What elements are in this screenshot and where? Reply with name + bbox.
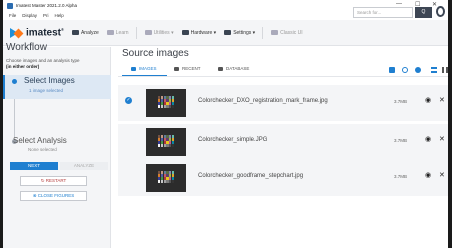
target-icon[interactable]	[402, 67, 408, 73]
eye-icon[interactable]: ◉	[425, 135, 431, 143]
toolbar-settings[interactable]: Settings ▾	[224, 30, 255, 36]
check-icon[interactable]: ✓	[125, 97, 132, 104]
file-name: Colorchecker_DXO_registration_mark_frame…	[198, 98, 328, 104]
page-title: Source images	[122, 48, 189, 59]
image-icon	[131, 66, 136, 71]
file-size: 3.7MB	[394, 174, 408, 179]
color-patch	[171, 144, 174, 147]
eye-icon[interactable]: ◉	[425, 96, 431, 104]
file-name: Colorchecker_goodframe_stepchart.jpg	[198, 173, 304, 179]
colorchecker-chart	[158, 135, 174, 147]
remove-icon[interactable]: ✕	[439, 96, 445, 104]
list-view-icon[interactable]	[431, 67, 437, 73]
search-input[interactable]: Search for...	[353, 7, 413, 18]
menu-display[interactable]: Display	[22, 13, 37, 18]
color-patch	[171, 180, 174, 183]
logo-text: imatest®	[26, 26, 64, 39]
gallery-view-icon[interactable]	[389, 67, 395, 73]
database-icon	[218, 66, 223, 71]
window-frame-right	[448, 0, 452, 248]
imatest-logo-icon	[10, 27, 24, 39]
gear-icon	[224, 30, 232, 35]
toolbar-utilities[interactable]: Utilities ▾	[144, 30, 174, 36]
eye-icon[interactable]: ◉	[425, 171, 431, 179]
toolbar-hardware[interactable]: Hardware ▾	[181, 30, 216, 36]
menu-pri[interactable]: Pri	[43, 13, 49, 18]
remove-icon[interactable]: ✕	[439, 171, 445, 179]
tab-recent[interactable]: RECENT	[174, 66, 201, 71]
colorchecker-chart	[158, 171, 174, 183]
tab-images[interactable]: IMAGES	[131, 66, 157, 71]
search-button[interactable]: Q	[415, 7, 432, 18]
file-name: Colorchecker_simple.JPG	[198, 137, 268, 143]
graduation-cap-icon	[106, 30, 114, 35]
file-size: 3.7MB	[394, 138, 408, 143]
window-title: Imatest Master 2021.2.0 Alpha	[16, 3, 78, 8]
colorchecker-chart	[158, 96, 174, 108]
step-select-analysis[interactable]: Select Analysis	[13, 136, 67, 145]
wrench-icon	[144, 30, 152, 35]
step-connector	[14, 99, 15, 137]
close-figures-button[interactable]: ⊗ CLOSE FIGURES	[20, 191, 87, 201]
restart-button[interactable]: ↻ RESTART	[20, 176, 87, 186]
window-icon	[271, 30, 279, 35]
step-dot-icon	[12, 79, 17, 84]
grid-view-icon[interactable]	[442, 67, 448, 73]
image-thumbnail	[146, 128, 186, 156]
tab-divider	[118, 76, 448, 77]
menu-help[interactable]: Help	[55, 13, 64, 18]
toolbar: imatest® Analyze Learn Utilities ▾ Hardw…	[3, 20, 448, 46]
step-label: Select Images	[24, 76, 75, 85]
app-icon	[7, 2, 13, 9]
toolbar-learn[interactable]: Learn	[106, 30, 129, 36]
add-icon[interactable]	[415, 67, 421, 73]
step-status: 1 image selected	[29, 88, 64, 93]
toolbar-analyze[interactable]: Analyze	[71, 30, 99, 36]
menu-file[interactable]: File	[9, 13, 16, 18]
color-patch	[171, 105, 174, 108]
chart-icon	[71, 30, 79, 35]
tab-database[interactable]: DATABASE	[218, 66, 249, 71]
image-thumbnail	[146, 89, 186, 117]
image-thumbnail	[146, 164, 186, 192]
file-size: 3.7MB	[394, 99, 408, 104]
user-account-icon[interactable]	[436, 6, 445, 17]
active-step-indicator	[3, 75, 5, 99]
remove-icon[interactable]: ✕	[439, 135, 445, 143]
toolbar-divider	[262, 26, 264, 39]
imatest-logo: imatest®	[10, 27, 64, 39]
step-status: None selected	[28, 147, 57, 152]
camera-icon	[181, 30, 189, 35]
clock-icon	[174, 66, 179, 71]
toolbar-divider	[135, 26, 137, 39]
workflow-title: Workflow	[6, 42, 47, 53]
next-button[interactable]: NEXT	[10, 162, 58, 170]
analyze-button[interactable]: ANALYZE	[60, 162, 108, 170]
workflow-subtitle: Choose images and an analysis type (in ei…	[6, 58, 80, 69]
toolbar-classic-ui[interactable]: Classic UI	[271, 30, 303, 36]
